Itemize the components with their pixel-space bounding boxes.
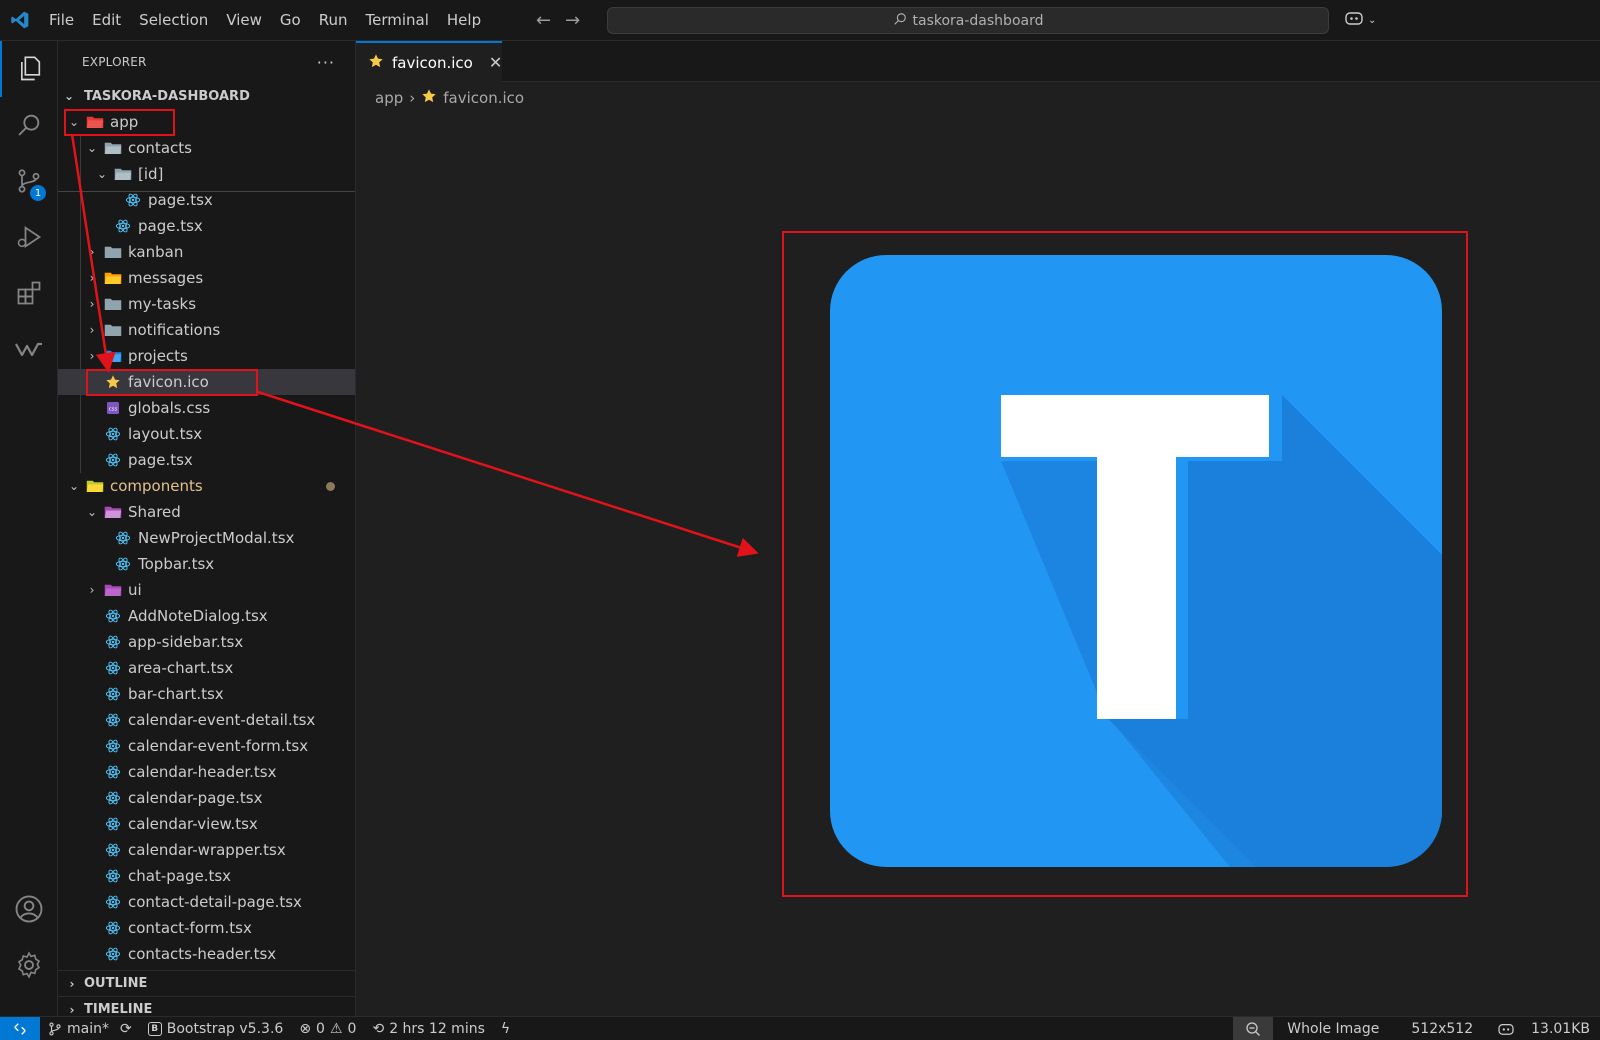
file-size: 13.01KB — [1531, 1021, 1590, 1037]
error-count: 0 — [316, 1020, 325, 1037]
status-bar: main* ⟳ B Bootstrap v5.3.6 ⊗ 0 ⚠ 0 ⟲ 2 h… — [0, 1016, 1600, 1040]
bootstrap-label: Bootstrap v5.3.6 — [166, 1020, 284, 1037]
remote-indicator-icon[interactable] — [0, 1016, 40, 1040]
status-bar-right: Whole Image 512x512 13.01KB — [1233, 1017, 1600, 1040]
copilot-status[interactable] — [1487, 1017, 1525, 1040]
sync-icon[interactable]: ⟳ — [120, 1021, 132, 1037]
image-dimensions: 512x512 — [1411, 1021, 1474, 1037]
branch-name: main* — [67, 1020, 109, 1037]
bootstrap-status[interactable]: B Bootstrap v5.3.6 — [140, 1017, 292, 1040]
wakatime-status[interactable]: ⟲ 2 hrs 12 mins — [364, 1017, 492, 1040]
zoom-button[interactable] — [1233, 1017, 1274, 1040]
lightning-status[interactable]: ϟ — [493, 1017, 518, 1040]
copilot-icon — [1498, 1024, 1514, 1035]
warning-count: 0 — [347, 1020, 357, 1037]
problems-status[interactable]: ⊗ 0 ⚠ 0 — [291, 1017, 364, 1040]
warning-icon: ⚠ — [329, 1020, 343, 1037]
annotation-arrows — [70, 133, 759, 557]
zoom-out-icon — [1246, 1022, 1261, 1036]
error-icon: ⊗ — [299, 1020, 312, 1037]
history-icon: ⟲ — [372, 1020, 385, 1037]
branch-status[interactable]: main* ⟳ — [40, 1017, 140, 1040]
lightning-icon: ϟ — [500, 1020, 511, 1037]
view-mode[interactable]: Whole Image — [1273, 1017, 1397, 1040]
coding-time: 2 hrs 12 mins — [389, 1020, 485, 1037]
git-branch-icon — [49, 1021, 61, 1036]
bootstrap-icon: B — [147, 1021, 162, 1036]
